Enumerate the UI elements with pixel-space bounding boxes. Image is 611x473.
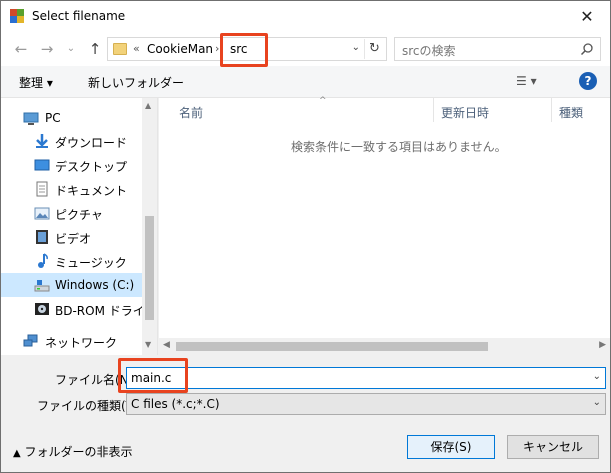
organize-button[interactable]: 整理 ▾ bbox=[19, 74, 53, 91]
sidebar-label: ダウンロード bbox=[55, 136, 128, 150]
download-icon bbox=[36, 134, 48, 148]
window-title: Select filename bbox=[32, 9, 126, 23]
bd-rom-icon bbox=[35, 303, 49, 315]
search-input[interactable]: srcの検索 bbox=[394, 37, 601, 61]
chevron-up-icon: ▲ bbox=[13, 448, 21, 459]
scroll-right-icon[interactable]: ▶ bbox=[599, 340, 606, 350]
sidebar-item-downloads[interactable]: ダウンロード bbox=[1, 129, 142, 153]
breadcrumb-overflow[interactable]: « bbox=[133, 42, 140, 55]
pc-icon bbox=[23, 112, 39, 125]
picture-icon bbox=[34, 207, 50, 220]
search-icon[interactable] bbox=[580, 42, 594, 56]
empty-message: 検索条件に一致する項目はありません。 bbox=[291, 140, 507, 154]
column-header-name[interactable]: ^ 名前 bbox=[179, 96, 433, 122]
back-button[interactable]: ← bbox=[11, 39, 31, 59]
filetype-select[interactable]: C files (*.c;*.C) ⌄ bbox=[126, 393, 606, 415]
sidebar-label: ミュージック bbox=[55, 256, 127, 270]
sidebar-item-bd-rom[interactable]: BD-ROM ドライブ bbox=[1, 297, 157, 321]
recent-locations-button[interactable]: ⌄ bbox=[61, 39, 81, 59]
network-icon bbox=[23, 334, 38, 347]
view-options-button[interactable]: ☰ ▾ bbox=[516, 74, 537, 88]
scrollbar-thumb[interactable] bbox=[176, 342, 488, 351]
column-divider[interactable] bbox=[433, 98, 434, 122]
title-bar: Select filename ✕ bbox=[1, 1, 610, 32]
file-list: ^ 名前 更新日時 種類 検索条件に一致する項目はありません。 ◀ ▶ bbox=[159, 96, 610, 355]
breadcrumb-cookieman[interactable]: CookieMan bbox=[147, 42, 213, 56]
navigation-scrollbar[interactable]: ▲ ▼ bbox=[142, 98, 157, 355]
filetype-value: C files (*.c;*.C) bbox=[131, 397, 220, 411]
close-button[interactable]: ✕ bbox=[564, 1, 610, 32]
column-divider[interactable] bbox=[551, 98, 552, 122]
command-bar: 整理 ▾ 新しいフォルダー ☰ ▾ ? bbox=[1, 66, 610, 98]
sidebar-item-pc[interactable]: PC bbox=[1, 106, 142, 130]
sidebar-label: ドキュメント bbox=[55, 184, 128, 198]
filename-field[interactable]: main.c ⌄ bbox=[126, 367, 606, 389]
drive-icon bbox=[34, 280, 50, 292]
video-icon bbox=[36, 230, 48, 244]
column-label: 更新日時 bbox=[441, 106, 490, 120]
column-header-modified[interactable]: 更新日時 bbox=[441, 98, 551, 122]
cancel-button[interactable]: キャンセル bbox=[507, 435, 599, 459]
address-dropdown-icon[interactable]: ⌄ bbox=[352, 42, 360, 53]
column-label: 種類 bbox=[559, 106, 584, 120]
breadcrumb-separator[interactable]: › bbox=[215, 42, 219, 55]
column-header-type[interactable]: 種類 bbox=[559, 98, 609, 122]
sidebar-item-network[interactable]: ネットワーク bbox=[1, 329, 142, 353]
sidebar-item-videos[interactable]: ビデオ bbox=[1, 225, 142, 249]
refresh-button[interactable]: ↻ bbox=[364, 39, 384, 59]
hide-folders-label: フォルダーの非表示 bbox=[24, 445, 133, 459]
sidebar-label: Windows (C:) bbox=[55, 278, 135, 292]
select-filename-dialog: Select filename ✕ ← → ⌄ ↑ « CookieMan › … bbox=[0, 0, 611, 473]
scroll-left-icon[interactable]: ◀ bbox=[163, 340, 170, 350]
sidebar-label: ピクチャ bbox=[55, 208, 103, 222]
breadcrumb-highlight-box bbox=[220, 33, 268, 67]
sidebar-item-documents[interactable]: ドキュメント bbox=[1, 177, 142, 201]
chevron-down-icon[interactable]: ⌄ bbox=[593, 371, 601, 382]
hide-folders-toggle[interactable]: ▲ フォルダーの非表示 bbox=[13, 443, 133, 460]
new-folder-button[interactable]: 新しいフォルダー bbox=[88, 74, 184, 91]
sort-ascending-icon: ^ bbox=[319, 96, 327, 106]
document-icon bbox=[36, 181, 48, 197]
scroll-up-icon[interactable]: ▲ bbox=[145, 101, 151, 110]
sidebar-label: デスクトップ bbox=[55, 160, 128, 174]
forward-button[interactable]: → bbox=[37, 39, 57, 59]
column-label: 名前 bbox=[179, 106, 204, 120]
chevron-down-icon[interactable]: ⌄ bbox=[593, 397, 601, 408]
desktop-icon bbox=[34, 159, 50, 171]
up-button[interactable]: ↑ bbox=[85, 39, 105, 59]
music-icon bbox=[38, 253, 48, 268]
sidebar-label: ネットワーク bbox=[45, 336, 118, 350]
app-icon bbox=[10, 9, 24, 23]
sidebar-item-windows-c[interactable]: Windows (C:) bbox=[1, 273, 142, 297]
save-button[interactable]: 保存(S) bbox=[407, 435, 495, 459]
filename-highlight-box bbox=[118, 358, 188, 393]
horizontal-scrollbar[interactable]: ◀ ▶ bbox=[159, 338, 610, 355]
folder-icon bbox=[113, 43, 127, 55]
sidebar-item-desktop[interactable]: デスクトップ bbox=[1, 153, 142, 177]
sidebar-item-music[interactable]: ミュージック bbox=[1, 249, 142, 273]
scrollbar-thumb[interactable] bbox=[145, 216, 154, 320]
navigation-row: ← → ⌄ ↑ « CookieMan › src ⌄ ↻ srcの検索 bbox=[1, 32, 610, 66]
sidebar-label: PC bbox=[45, 111, 61, 125]
sidebar-label: ビデオ bbox=[55, 232, 92, 246]
help-icon[interactable]: ? bbox=[579, 72, 597, 90]
scroll-down-icon[interactable]: ▼ bbox=[145, 340, 151, 349]
save-form: ファイル名(N): main.c ⌄ ファイルの種類(T): C files (… bbox=[1, 355, 610, 472]
search-placeholder: srcの検索 bbox=[402, 44, 456, 58]
sidebar-item-pictures[interactable]: ピクチャ bbox=[1, 201, 142, 225]
navigation-pane: PC ダウンロード デスクトップ ドキュメント ピクチャ ビデオ ミュージック … bbox=[1, 98, 158, 355]
